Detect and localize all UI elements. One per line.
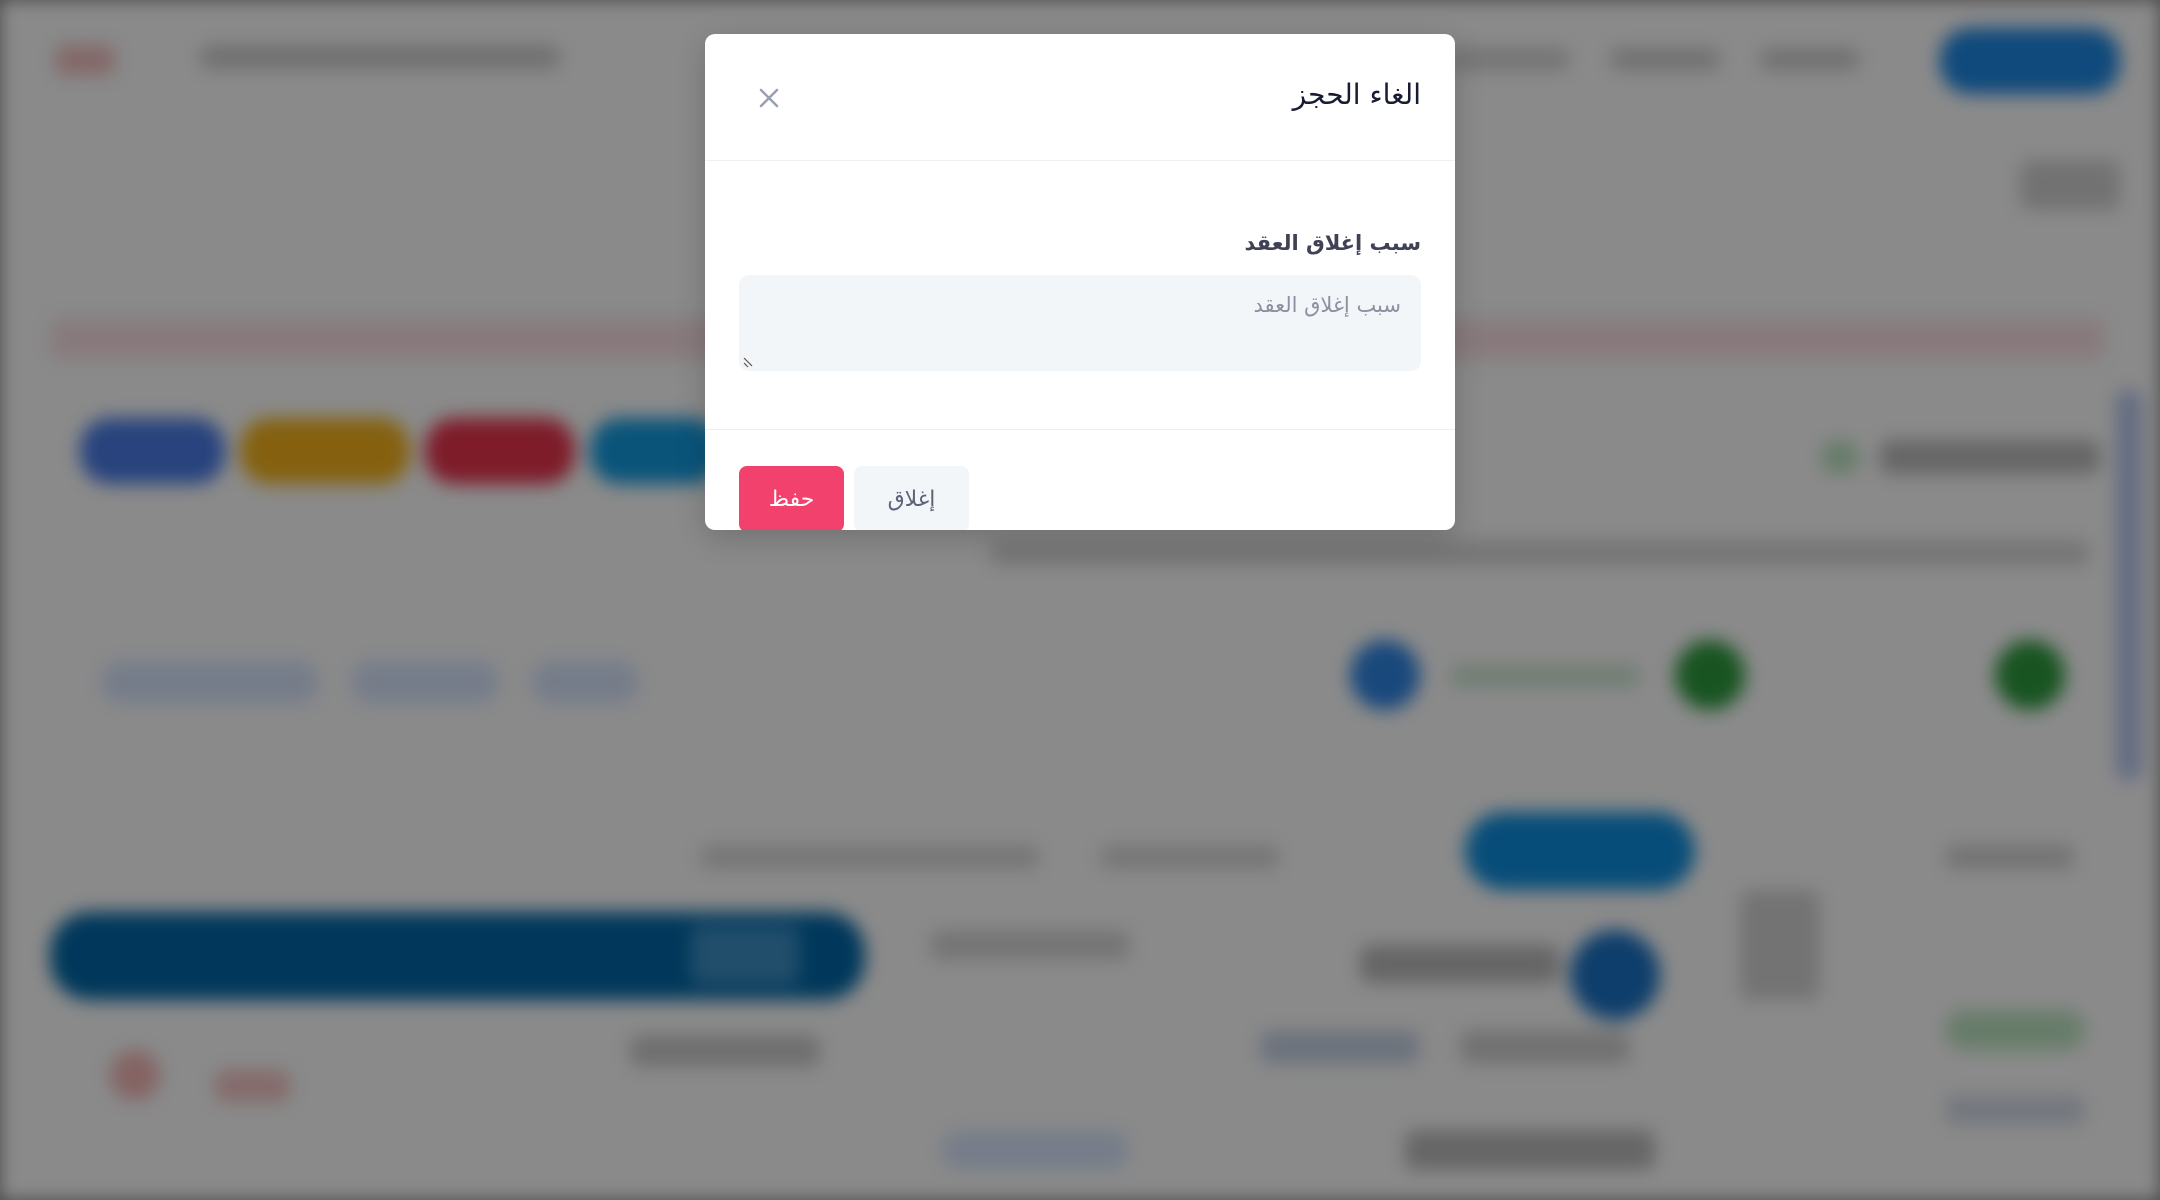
close-reason-textarea[interactable] [739, 275, 1421, 371]
modal-body: سبب إغلاق العقد [705, 161, 1455, 430]
modal-header: الغاء الحجز [705, 34, 1455, 161]
close-reason-field-wrap [739, 275, 1421, 371]
cancel-booking-modal: الغاء الحجز سبب إغلاق العقد إغلاق حفظ [705, 34, 1455, 530]
close-icon [759, 88, 779, 108]
close-button[interactable]: إغلاق [854, 466, 969, 530]
close-reason-label: سبب إغلاق العقد [1244, 231, 1421, 255]
save-button[interactable]: حفظ [739, 466, 844, 530]
modal-close-button[interactable] [749, 78, 789, 118]
resize-handle-icon[interactable] [741, 355, 755, 369]
modal-title: الغاء الحجز [1292, 78, 1421, 111]
